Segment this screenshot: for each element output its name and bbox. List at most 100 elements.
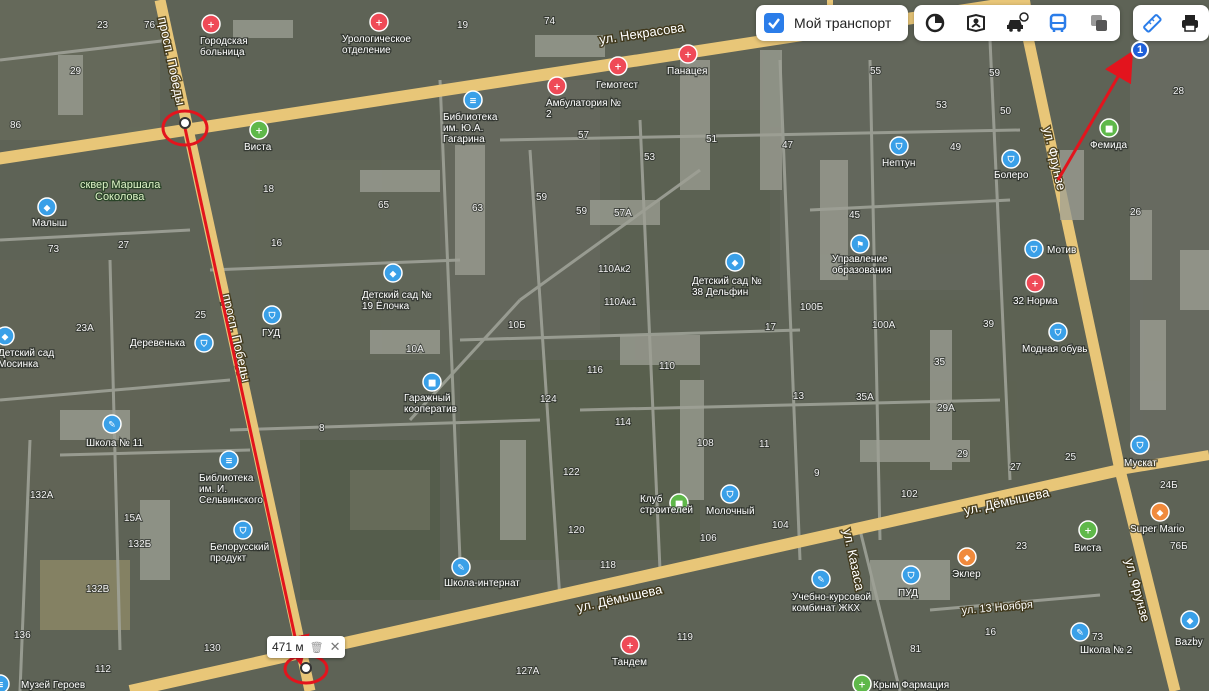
poi-label-vista-1[interactable]: Виста xyxy=(243,141,273,154)
satellite-map[interactable]: просп. Победы просп. Победы ул. Некрасов… xyxy=(0,0,1209,691)
house-number: 35А xyxy=(856,392,874,403)
poi-label-bolero[interactable]: Болеро xyxy=(993,169,1030,182)
shop-icon-glyph: ⛉ xyxy=(895,142,903,153)
house-number: 10А xyxy=(406,344,424,355)
house-number: 10Б xyxy=(508,320,526,331)
house-number: 65 xyxy=(378,200,390,211)
house-number: 59 xyxy=(576,206,588,217)
house-number: 100А xyxy=(872,320,896,331)
poi-label-ekler[interactable]: Эклер xyxy=(951,568,982,581)
office-icon-glyph: ■ xyxy=(1105,125,1114,135)
house-number: 114 xyxy=(615,417,631,428)
poi-label-bazby[interactable]: Bazby xyxy=(1174,636,1204,649)
poi-label-muzey[interactable]: Музей Героев xyxy=(20,679,87,691)
house-number: 16 xyxy=(271,238,283,249)
poi-label-pud[interactable]: ПУД xyxy=(897,587,919,600)
kindergarten-icon-glyph: ◆ xyxy=(2,333,9,343)
layers-circle-button[interactable] xyxy=(920,8,950,38)
poi-label-garazh[interactable]: Гаражный кооператив xyxy=(403,392,458,416)
house-number: 55 xyxy=(870,66,882,77)
ruler-icon xyxy=(1143,14,1162,33)
poi-label-tandem[interactable]: Тандем xyxy=(611,656,649,669)
my-transport-checkbox[interactable] xyxy=(764,13,784,33)
clinic-icon-glyph: + xyxy=(553,83,561,93)
trash-icon[interactable]: 🗑 xyxy=(310,641,324,654)
house-number: 110Ак2 xyxy=(598,264,631,275)
route-point-badge[interactable]: 1 xyxy=(1131,41,1149,59)
hospital-icon-glyph: + xyxy=(375,19,383,29)
poi-label-molochny[interactable]: Молочный xyxy=(705,505,756,518)
house-number: 73 xyxy=(48,244,60,255)
poi-label-modnaya[interactable]: Модная обувь xyxy=(1021,342,1089,356)
shop-icon-glyph: ⛉ xyxy=(268,311,276,322)
house-number: 9 xyxy=(814,468,820,479)
house-number: 132В xyxy=(86,584,110,595)
dental-icon-glyph: + xyxy=(626,642,634,652)
poi-label-derevenka[interactable]: Деревенька xyxy=(129,337,187,350)
house-number: 132Б xyxy=(128,539,152,550)
poi-label-neptun[interactable]: Нептун xyxy=(881,157,917,170)
bakery-icon-glyph: ◆ xyxy=(964,554,971,564)
poi-label-gemotest[interactable]: Гемотест xyxy=(595,79,640,92)
poi-label-motiv[interactable]: Мотив xyxy=(1046,244,1078,257)
house-number: 13 xyxy=(793,391,805,402)
print-button[interactable] xyxy=(1175,8,1205,38)
my-transport-toggle[interactable]: Мой транспорт xyxy=(756,5,908,41)
close-icon[interactable]: ✕ xyxy=(330,639,341,655)
traffic-button[interactable] xyxy=(1002,8,1032,38)
house-number: 76 xyxy=(144,20,156,31)
panorama-icon xyxy=(966,13,985,33)
house-number: 81 xyxy=(910,644,922,655)
measure-end-point[interactable] xyxy=(300,662,312,674)
house-number: 11 xyxy=(759,439,770,450)
poi-label-shkola-internat[interactable]: Школа-интернат xyxy=(443,577,522,590)
house-number: 119 xyxy=(677,632,693,643)
poi-label-upravlenie[interactable]: Управление образования xyxy=(831,253,893,277)
poi-label-shkola2[interactable]: Школа № 2 xyxy=(1079,644,1134,657)
transit-button[interactable] xyxy=(1043,8,1073,38)
poi-label-krym-farm[interactable]: Крым Фармация xyxy=(872,679,951,691)
house-number: 57A xyxy=(614,208,632,219)
house-number: 27 xyxy=(1010,462,1022,473)
house-number: 23А xyxy=(76,323,94,334)
dairy-shop-icon-glyph: ⛉ xyxy=(726,490,734,501)
house-number: 116 xyxy=(587,365,603,376)
house-number: 127А xyxy=(516,666,540,677)
grocery-icon-glyph: ⛉ xyxy=(239,526,247,537)
toy-store-icon-glyph: ◆ xyxy=(44,204,51,214)
ruler-button[interactable] xyxy=(1137,8,1167,38)
house-number: 49 xyxy=(950,142,962,153)
poi-label-super-mario[interactable]: Super Mario xyxy=(1129,523,1186,536)
overlay-button[interactable] xyxy=(1084,8,1114,38)
house-number: 110 xyxy=(659,361,675,372)
poi-label-gud[interactable]: ГУД xyxy=(261,327,282,340)
house-number: 100Б xyxy=(800,302,824,313)
poi-label-gor-bolnica[interactable]: Городская больница xyxy=(199,35,249,59)
poi-label-32norma[interactable]: 32 Норма xyxy=(1012,295,1060,308)
clothing-icon-glyph: ⛉ xyxy=(1007,155,1015,166)
poi-label-femida[interactable]: Фемида xyxy=(1089,139,1129,152)
measure-start-point[interactable] xyxy=(179,117,191,129)
house-number: 59 xyxy=(989,68,1001,79)
hospital-icon-glyph: + xyxy=(207,21,215,31)
grocery-icon-glyph: ⛉ xyxy=(200,339,208,350)
poi-label-shkola11[interactable]: Школа № 11 xyxy=(85,437,145,450)
school-icon-glyph: ✎ xyxy=(1076,629,1084,639)
house-number: 25 xyxy=(1065,452,1077,463)
panorama-button[interactable] xyxy=(961,8,991,38)
house-number: 16 xyxy=(985,627,997,638)
grocery-icon-glyph: ⛉ xyxy=(1136,441,1144,452)
house-number: 25 xyxy=(195,310,207,321)
house-number: 76Б xyxy=(1170,541,1188,552)
toy-store-icon-glyph: ◆ xyxy=(1157,509,1164,519)
poi-label-muskat[interactable]: Мускат xyxy=(1123,457,1159,470)
house-number: 29 xyxy=(70,66,82,77)
pharmacy-icon-glyph: + xyxy=(1084,527,1092,537)
poi-label-panaceya[interactable]: Панацея xyxy=(666,65,709,78)
house-number: 23 xyxy=(97,20,109,31)
poi-label-vista-2[interactable]: Виста xyxy=(1073,542,1103,555)
house-number: 106 xyxy=(700,533,717,544)
poi-label-malysh[interactable]: Малыш xyxy=(31,217,68,230)
house-number: 24Б xyxy=(1160,480,1178,491)
poi-label-uchebno[interactable]: Учебно-курсовой комбинат ЖКХ xyxy=(791,590,873,615)
